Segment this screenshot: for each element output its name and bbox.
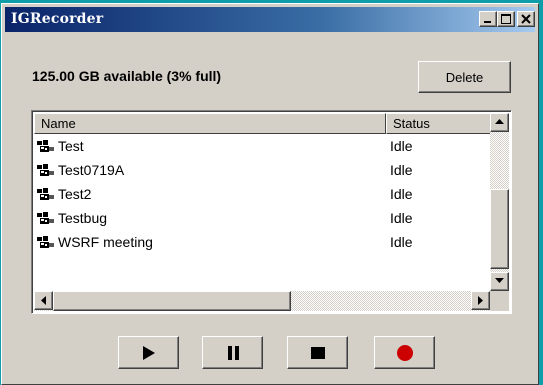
list-item[interactable]: Test2 Idle bbox=[34, 184, 492, 208]
recording-icon bbox=[37, 212, 54, 224]
recording-name: WSRF meeting bbox=[58, 234, 153, 250]
window-title: IGRecorder bbox=[11, 11, 104, 27]
recording-name: Testbug bbox=[58, 210, 108, 226]
scroll-up-button[interactable] bbox=[490, 113, 509, 132]
record-button[interactable] bbox=[374, 336, 435, 369]
close-button[interactable] bbox=[517, 11, 535, 27]
arrow-up-icon bbox=[495, 119, 504, 124]
horizontal-scrollbar[interactable] bbox=[34, 291, 490, 311]
delete-button[interactable]: Delete bbox=[418, 61, 511, 93]
play-button[interactable] bbox=[118, 336, 179, 369]
recording-status: Idle bbox=[390, 234, 413, 250]
list-item[interactable]: Test Idle bbox=[34, 136, 492, 160]
recording-icon bbox=[37, 236, 54, 248]
recording-name: Test0719A bbox=[58, 162, 125, 178]
vertical-scrollbar[interactable] bbox=[490, 113, 509, 291]
list-item[interactable]: Test0719A Idle bbox=[34, 160, 492, 184]
minimize-button[interactable] bbox=[479, 11, 497, 27]
storage-available-label: 125.00 GB available (3% full) bbox=[32, 68, 222, 84]
close-icon bbox=[521, 14, 531, 24]
pause-button[interactable] bbox=[202, 336, 263, 369]
record-icon bbox=[396, 344, 413, 361]
scrollbar-corner bbox=[490, 291, 509, 311]
recording-name: Test bbox=[58, 138, 84, 154]
arrow-down-icon bbox=[495, 278, 504, 283]
list-item[interactable]: WSRF meeting Idle bbox=[34, 232, 492, 256]
title-bar[interactable]: IGRecorder bbox=[5, 7, 535, 32]
column-header-status[interactable]: Status bbox=[386, 113, 492, 134]
recording-icon bbox=[37, 188, 54, 200]
igrecorder-window: IGRecorder 125.00 GB available (3% full)… bbox=[1, 3, 539, 385]
stop-button[interactable] bbox=[287, 336, 348, 369]
recording-name: Test2 bbox=[58, 186, 92, 202]
arrow-right-icon bbox=[478, 296, 483, 305]
recording-icon bbox=[37, 164, 54, 176]
stop-icon bbox=[310, 346, 325, 359]
vertical-scroll-thumb[interactable] bbox=[490, 189, 509, 269]
scroll-down-button[interactable] bbox=[490, 272, 509, 291]
recording-status: Idle bbox=[390, 186, 413, 202]
play-icon bbox=[142, 345, 155, 360]
recording-icon bbox=[37, 140, 54, 152]
pause-icon bbox=[227, 345, 239, 360]
recordings-rows: Test Idle Test0719A Idle Test2 Idle Test… bbox=[34, 136, 492, 256]
recordings-list[interactable]: Name Status Test Idle Test0719A Idle Tes… bbox=[31, 110, 512, 314]
list-item[interactable]: Testbug Idle bbox=[34, 208, 492, 232]
arrow-left-icon bbox=[41, 296, 46, 305]
scroll-left-button[interactable] bbox=[34, 291, 53, 310]
scroll-right-button[interactable] bbox=[471, 291, 490, 310]
column-header-name[interactable]: Name bbox=[34, 113, 386, 134]
maximize-button[interactable] bbox=[497, 11, 515, 27]
recording-status: Idle bbox=[390, 210, 413, 226]
recording-status: Idle bbox=[390, 162, 413, 178]
horizontal-scroll-thumb[interactable] bbox=[53, 291, 291, 311]
recording-status: Idle bbox=[390, 138, 413, 154]
